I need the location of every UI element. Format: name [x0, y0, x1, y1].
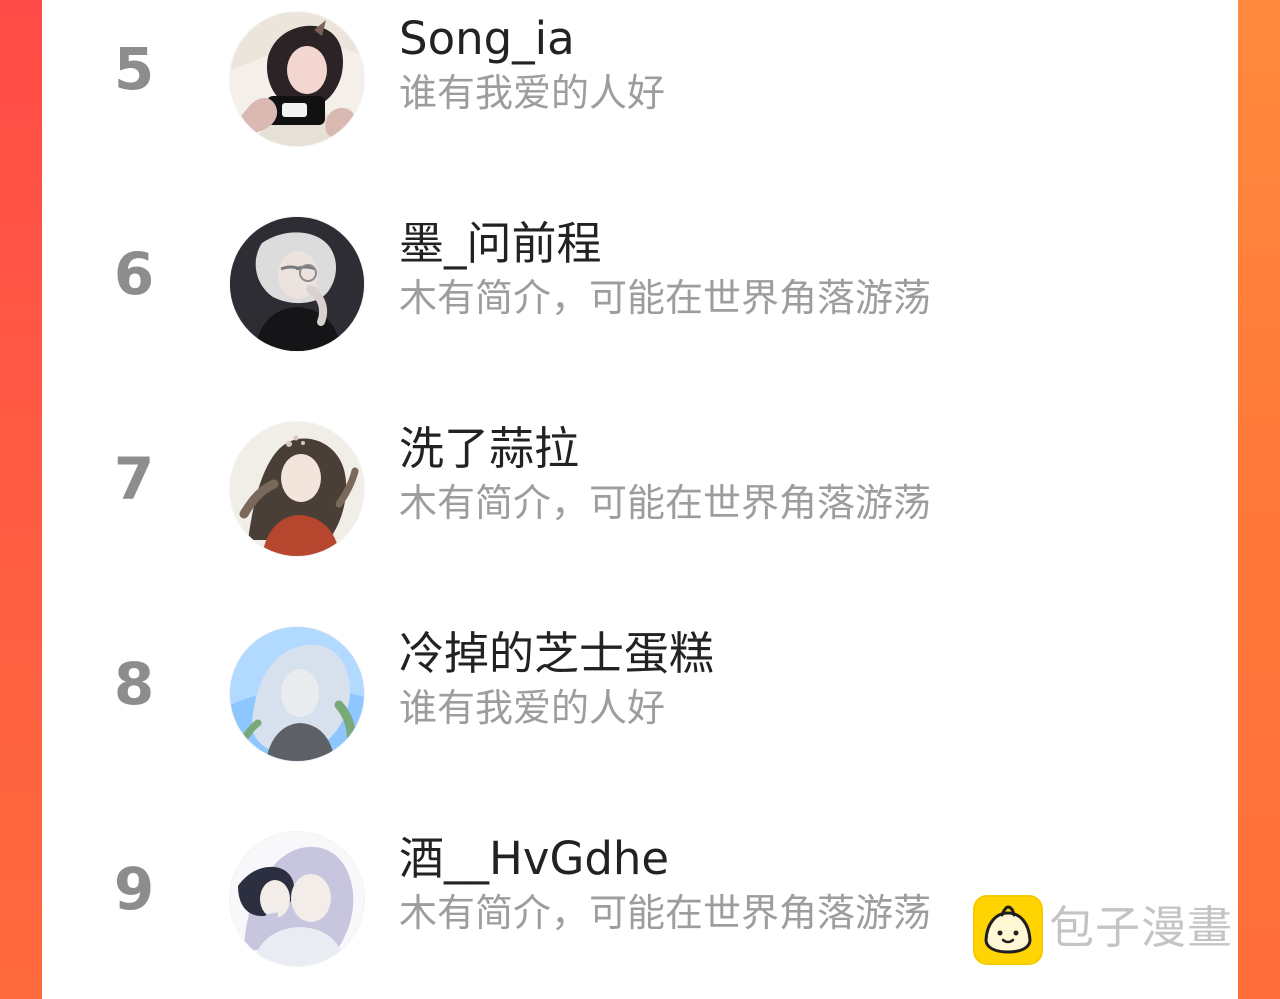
ranking-row: 7 洗了蒜拉 木有简介，可能在世界角落游荡 [42, 410, 1238, 556]
avatar-image [230, 627, 364, 761]
avatar-image [230, 832, 364, 966]
ranking-row: 6 墨_问前程 木有简介，可能在世界角落游荡 [42, 205, 1238, 351]
user-bio: 谁有我爱的人好 [399, 686, 666, 730]
baozi-icon [973, 895, 1043, 965]
rank-number: 8 [113, 650, 155, 718]
rank-number: 5 [113, 35, 155, 103]
rank-number: 7 [113, 445, 155, 513]
watermark-text: 包子漫畫 [1049, 901, 1234, 954]
username: 酒__HvGdhe [399, 832, 670, 885]
avatar-image [230, 217, 364, 351]
left-side-gradient [0, 0, 42, 999]
username: 墨_问前程 [399, 217, 602, 270]
avatar-image [230, 12, 364, 146]
user-bio: 木有简介，可能在世界角落游荡 [399, 276, 932, 320]
username: Song_ia [399, 12, 575, 65]
ranking-panel: 5 Song_ia 谁有我爱的人好 6 墨_问前程 木有简介，可能在世界角落游荡… [42, 0, 1238, 999]
username: 洗了蒜拉 [399, 422, 580, 475]
avatar-image [230, 422, 364, 556]
ranking-row: 5 Song_ia 谁有我爱的人好 [42, 0, 1238, 146]
user-bio: 木有简介，可能在世界角落游荡 [399, 891, 932, 935]
right-side-gradient [1238, 0, 1280, 999]
rank-number: 6 [113, 240, 155, 308]
user-bio: 木有简介，可能在世界角落游荡 [399, 481, 932, 525]
watermark: 包子漫畫 [973, 895, 1273, 965]
user-bio: 谁有我爱的人好 [399, 71, 666, 115]
rank-number: 9 [113, 855, 155, 923]
username: 冷掉的芝士蛋糕 [399, 627, 715, 680]
ranking-row: 8 冷掉的芝士蛋糕 谁有我爱的人好 [42, 615, 1238, 761]
